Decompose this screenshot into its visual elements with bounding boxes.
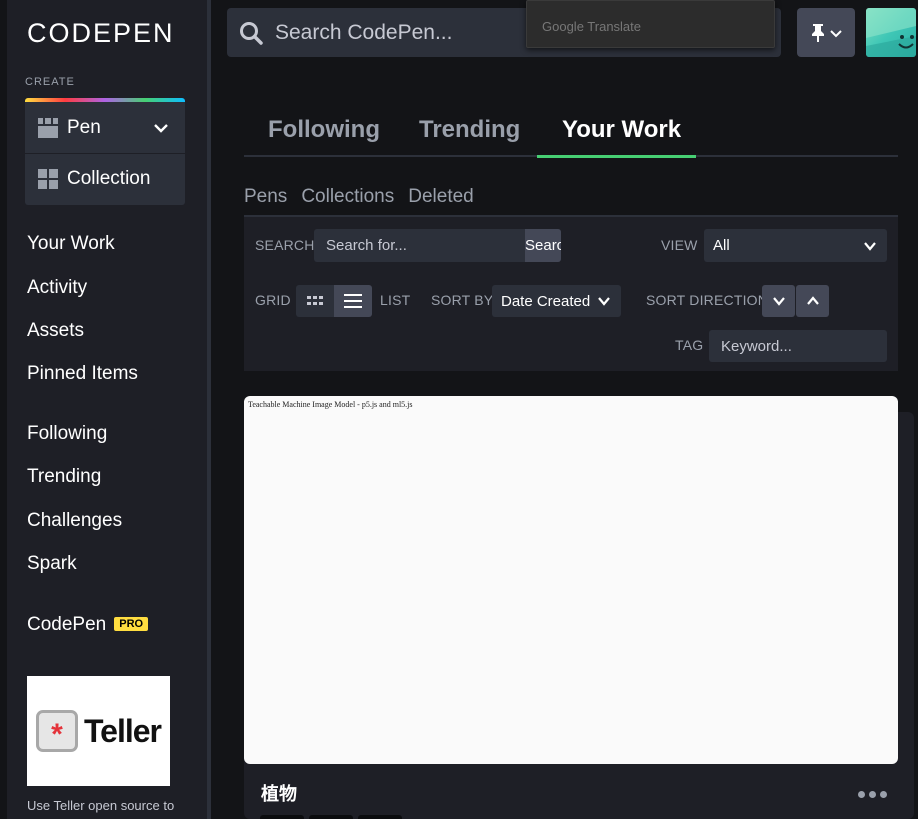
sidebar-item-your-work[interactable]: Your Work — [27, 233, 115, 255]
grid-view-button[interactable] — [296, 285, 334, 317]
ad-text[interactable]: Use Teller open source to — [27, 798, 174, 813]
codepen-logo[interactable]: CODEPEN — [27, 18, 175, 49]
grid-icon — [307, 296, 323, 305]
teller-logo-text: Teller — [84, 712, 162, 749]
asterisk-icon: * — [36, 710, 78, 752]
pen-preview[interactable]: Teachable Machine Image Model - p5.js an… — [244, 396, 898, 764]
pinned-items-button[interactable] — [797, 8, 855, 57]
filter-panel: SEARCH Search VIEW All GRID LIST SORT BY… — [244, 215, 898, 371]
global-search-input[interactable] — [275, 20, 475, 45]
sub-tabs: Pens Collections Deleted — [244, 186, 488, 208]
list-label: LIST — [380, 292, 411, 308]
sidebar-item-assets[interactable]: Assets — [27, 320, 84, 342]
tag-input[interactable] — [709, 330, 887, 362]
sidebar: CODEPEN CREATE Pen Collection Your Work … — [0, 0, 207, 819]
grid-list-toggle — [296, 285, 372, 317]
create-collection-label: Collection — [67, 168, 151, 189]
sidebar-item-activity[interactable]: Activity — [27, 277, 87, 299]
sort-by-value: Date Created — [501, 292, 591, 310]
view-select-value: All — [713, 237, 730, 254]
create-pen-label: Pen — [67, 116, 101, 138]
teller-ad-image[interactable]: * Teller — [27, 676, 170, 786]
pen-stat-button[interactable] — [358, 815, 402, 819]
search-label: SEARCH — [255, 237, 315, 253]
list-icon — [344, 294, 362, 308]
pro-badge: PRO — [114, 617, 149, 631]
chevron-down-icon — [598, 297, 610, 306]
sort-direction-label: SORT DIRECTION — [646, 292, 769, 308]
sidebar-scrollbar[interactable] — [207, 0, 211, 819]
view-select[interactable]: All — [704, 229, 887, 262]
pen-stat-button[interactable] — [260, 815, 304, 819]
pin-icon — [812, 23, 824, 42]
tag-label: TAG — [675, 337, 704, 353]
sidebar-item-challenges[interactable]: Challenges — [27, 510, 122, 532]
tab-trending[interactable]: Trending — [419, 108, 520, 157]
sidebar-item-spark[interactable]: Spark — [27, 553, 77, 575]
sidebar-item-following[interactable]: Following — [27, 423, 107, 445]
pen-title[interactable]: 植物 — [261, 780, 297, 806]
sort-descending-button[interactable] — [762, 285, 795, 317]
avatar-face-icon — [866, 8, 916, 57]
pro-label: CodePen — [27, 614, 107, 635]
create-pen-button[interactable]: Pen — [25, 102, 185, 153]
collection-grid-icon — [38, 169, 58, 189]
chevron-down-icon — [772, 297, 785, 306]
preview-text: Teachable Machine Image Model - p5.js an… — [248, 400, 413, 409]
sidebar-item-codepen-pro[interactable]: CodePen PRO — [27, 614, 149, 636]
user-avatar[interactable] — [866, 8, 916, 57]
sidebar-item-pinned-items[interactable]: Pinned Items — [27, 363, 138, 385]
create-label: CREATE — [25, 76, 75, 88]
more-options-icon[interactable] — [858, 786, 888, 802]
work-search-input[interactable] — [314, 229, 525, 262]
chevron-down-icon — [830, 29, 842, 37]
pen-stat-button[interactable] — [309, 815, 353, 819]
work-search: Search — [314, 229, 561, 262]
work-search-button[interactable]: Search — [525, 229, 561, 262]
sort-ascending-button[interactable] — [796, 285, 829, 317]
create-menu: Pen Collection — [25, 98, 185, 205]
subtab-pens[interactable]: Pens — [244, 186, 287, 207]
sidebar-item-trending[interactable]: Trending — [27, 466, 101, 488]
chevron-down-icon — [864, 241, 876, 251]
google-translate-label: Google Translate — [542, 19, 642, 34]
tab-following[interactable]: Following — [268, 108, 380, 157]
create-collection-button[interactable]: Collection — [25, 153, 185, 204]
main-tabs: Following Trending Your Work — [244, 108, 898, 158]
google-translate-popup: Google Translate — [526, 0, 775, 48]
tab-your-work[interactable]: Your Work — [562, 108, 681, 157]
sort-by-select[interactable]: Date Created — [492, 285, 621, 317]
page: CODEPEN CREATE Pen Collection Your Work … — [0, 0, 918, 819]
grid-label: GRID — [255, 292, 291, 308]
search-icon — [240, 21, 263, 45]
chevron-down-icon[interactable] — [153, 120, 169, 136]
subtab-deleted[interactable]: Deleted — [408, 186, 474, 207]
chevron-up-icon — [806, 296, 819, 305]
sort-by-label: SORT BY — [431, 292, 494, 308]
active-tab-indicator — [537, 155, 696, 158]
list-view-button[interactable] — [334, 285, 372, 317]
view-label: VIEW — [661, 237, 698, 253]
pen-grid-icon — [38, 117, 58, 138]
subtab-collections[interactable]: Collections — [301, 186, 394, 207]
